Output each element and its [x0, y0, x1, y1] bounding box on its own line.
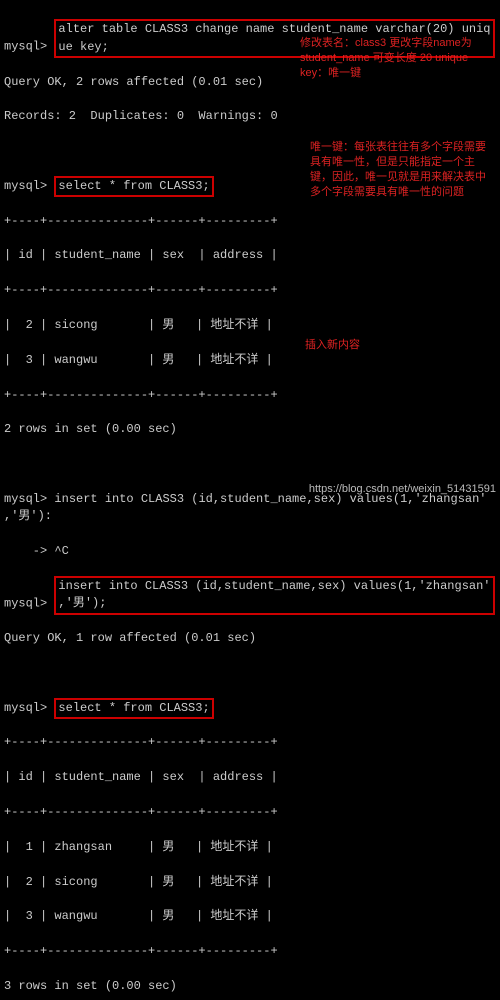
- table2-header: | id | student_name | sex | address |: [4, 769, 496, 786]
- prompt: mysql>: [4, 179, 47, 193]
- table1-footer: 2 rows in set (0.00 sec): [4, 421, 496, 438]
- table2-sep: +----+--------------+------+---------+: [4, 804, 496, 821]
- annotation-unique-key: 唯一键：每张表往往有多个字段需要具有唯一性，但是只能指定一个主键，因此，唯一见就…: [310, 140, 495, 199]
- prompt: mysql>: [4, 40, 47, 54]
- table2-row: | 1 | zhangsan | 男 | 地址不详 |: [4, 839, 496, 856]
- insert-result: Query OK, 1 row affected (0.01 sec): [4, 630, 496, 647]
- table1-sep: +----+--------------+------+---------+: [4, 282, 496, 299]
- table1-row: | 3 | wangwu | 男 | 地址不详 |: [4, 352, 496, 369]
- prompt: mysql>: [4, 492, 47, 506]
- annotation-insert: 插入新内容: [305, 338, 360, 353]
- annotation-alter: 修改表名：class3 更改字段name为student_name 可变长度 2…: [300, 36, 485, 81]
- cmd-select-1: select * from CLASS3;: [54, 176, 213, 197]
- table1-header: | id | student_name | sex | address |: [4, 247, 496, 264]
- table2-row: | 2 | sicong | 男 | 地址不详 |: [4, 874, 496, 891]
- ctrl-c: -> ^C: [4, 543, 496, 560]
- table2-row: | 3 | wangwu | 男 | 地址不详 |: [4, 908, 496, 925]
- table2-sep: +----+--------------+------+---------+: [4, 734, 496, 751]
- table2-sep: +----+--------------+------+---------+: [4, 943, 496, 960]
- table2-footer: 3 rows in set (0.00 sec): [4, 978, 496, 995]
- alter-result-2: Records: 2 Duplicates: 0 Warnings: 0: [4, 108, 496, 125]
- prompt: mysql>: [4, 701, 47, 715]
- cmd-insert-ok: insert into CLASS3 (id,student_name,sex)…: [54, 576, 494, 615]
- table1-sep: +----+--------------+------+---------+: [4, 387, 496, 404]
- table1-row: | 2 | sicong | 男 | 地址不详 |: [4, 317, 496, 334]
- watermark-url: https://blog.csdn.net/weixin_51431591: [309, 482, 496, 498]
- cmd-select-2: select * from CLASS3;: [54, 698, 213, 719]
- table1-sep: +----+--------------+------+---------+: [4, 213, 496, 230]
- prompt: mysql>: [4, 596, 47, 610]
